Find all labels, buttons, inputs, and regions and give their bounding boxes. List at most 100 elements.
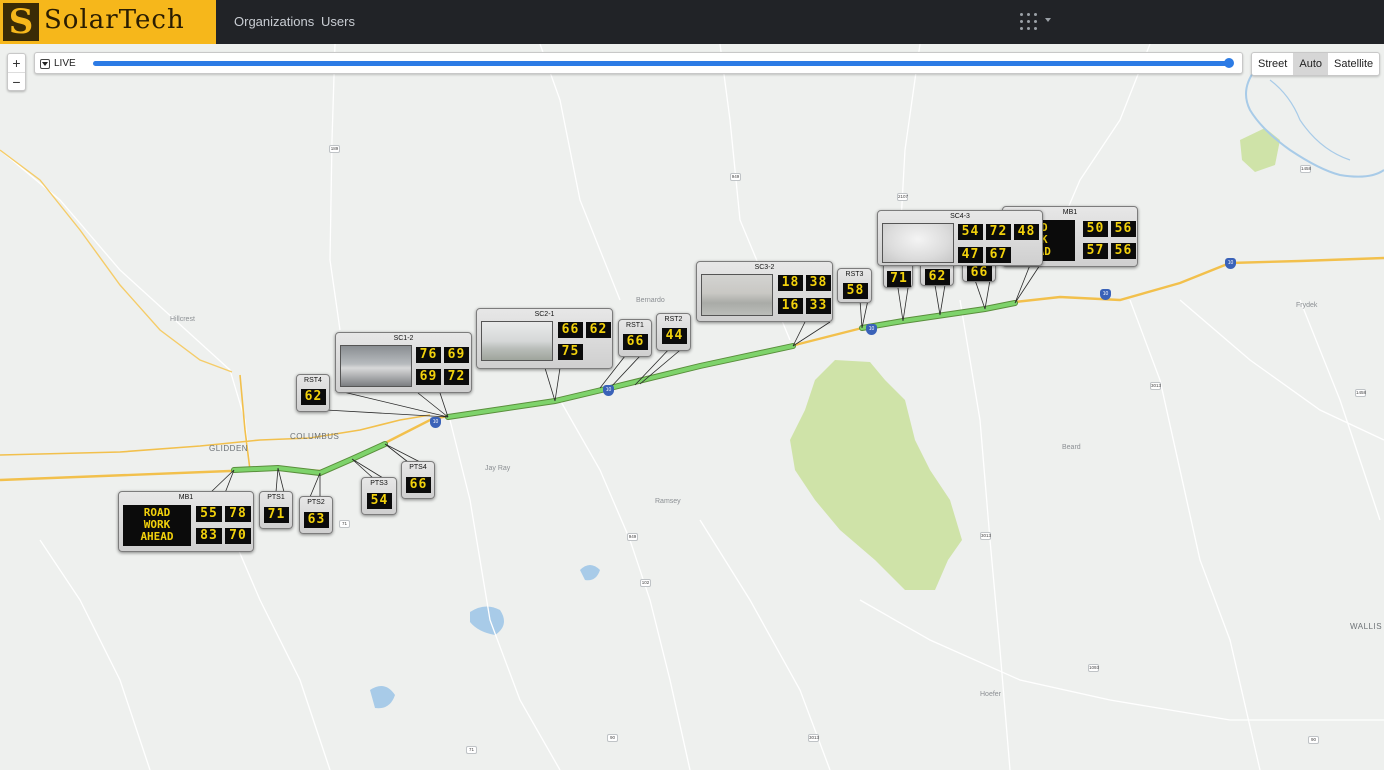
speed-readout: 72 [444, 369, 469, 385]
speed-readout: 48 [1014, 224, 1039, 240]
solartech-logo[interactable]: S SolarTech [0, 0, 216, 44]
speed-readout: 71 [264, 507, 289, 523]
device-callout-pts2[interactable]: PTS2 63 [299, 496, 333, 534]
speed-readout: 57 [1083, 243, 1108, 259]
speed-readout: 50 [1083, 221, 1108, 237]
speed-readout: 83 [196, 528, 222, 544]
speed-readout: 54 [958, 224, 983, 240]
device-callout-sc2-1[interactable]: SC2-1 66 62 75 [476, 308, 613, 369]
route-shield: 71 [466, 746, 477, 754]
route-shield: 3013 [808, 734, 820, 742]
speed-readout: 55 [196, 506, 222, 522]
live-toggle[interactable]: LIVE [40, 57, 76, 70]
place-label: Bernardo [636, 297, 665, 304]
device-name: SC2-1 [534, 311, 555, 318]
device-callout-pts4[interactable]: PTS4 66 [401, 461, 435, 499]
speed-readout: 62 [925, 269, 950, 285]
time-slider-thumb[interactable] [1224, 58, 1234, 68]
speed-readout: 38 [806, 275, 831, 291]
route-shield: 3013 [1150, 382, 1162, 390]
speed-readout: 76 [416, 347, 441, 363]
device-name: MB1 [178, 494, 194, 501]
device-callout-rst2[interactable]: RST2 44 [656, 313, 691, 351]
route-shield: 71 [339, 520, 350, 528]
interstate-shield: 10 [866, 324, 877, 335]
device-callout-pts3[interactable]: PTS3 54 [361, 477, 397, 515]
speed-readout: 72 [986, 224, 1011, 240]
speed-readout: 54 [367, 493, 392, 509]
zoom-control: + − [7, 53, 26, 91]
speed-readout: 71 [887, 271, 911, 287]
interstate-shield: 10 [1225, 258, 1236, 269]
device-name: PTS1 [267, 494, 285, 501]
speed-readout: 56 [1111, 243, 1136, 259]
map-canvas[interactable]: GLIDDEN COLUMBUS Hillcrest Jay Ray Ramse… [0, 44, 1384, 770]
place-label: Frydek [1296, 302, 1318, 309]
device-callout-sc4-3[interactable]: SC4-3 54 72 48 47 67 [877, 210, 1043, 266]
speed-readout: 56 [1111, 221, 1136, 237]
speed-readout: 66 [967, 265, 992, 281]
logo-s-icon: S [3, 3, 39, 41]
device-name: PTS4 [409, 464, 427, 471]
camera-thumbnail[interactable] [701, 274, 773, 316]
place-label: WALLIS [1350, 622, 1383, 631]
device-callout-rst4[interactable]: RST4 62 [296, 374, 330, 412]
route-shield: 3013 [980, 532, 992, 540]
dropdown-checkbox-icon [40, 58, 50, 69]
speed-readout: 16 [778, 298, 803, 314]
route-shield: 90 [1308, 736, 1319, 744]
device-name: PTS3 [370, 480, 388, 487]
speed-readout: 62 [586, 322, 611, 338]
layer-street-button[interactable]: Street [1252, 53, 1293, 75]
device-name: SC3-2 [754, 264, 775, 271]
apps-grid-icon[interactable] [1020, 13, 1054, 31]
device-callout-pts1[interactable]: PTS1 71 [259, 491, 293, 529]
speed-readout: 66 [623, 334, 648, 350]
town-label: GLIDDEN [209, 444, 249, 453]
device-name: RST4 [304, 377, 322, 384]
speed-readout: 58 [843, 283, 868, 299]
route-shield: 1093 [1088, 664, 1100, 672]
route-shield: 949 [730, 173, 741, 181]
speed-readout: 63 [304, 512, 329, 528]
device-callout-rst3[interactable]: RST3 58 [837, 268, 872, 303]
speed-readout: 69 [444, 347, 469, 363]
speed-readout: 78 [225, 506, 251, 522]
nav-users-link[interactable]: Users [321, 14, 355, 29]
speed-readout: 67 [986, 247, 1011, 263]
route-shield: 102 [640, 579, 651, 587]
speed-readout: 69 [416, 369, 441, 385]
zoom-in-button[interactable]: + [8, 54, 25, 72]
speed-readout: 66 [558, 322, 583, 338]
device-callout-sc3-2[interactable]: SC3-2 18 38 16 33 [696, 261, 833, 322]
map-base [0, 44, 1384, 770]
route-shield: 2107 [897, 193, 909, 201]
speed-readout: 75 [558, 344, 583, 360]
device-name: SC4-3 [950, 213, 970, 220]
top-navbar: S SolarTech Organizations Users [0, 0, 1384, 44]
zoom-out-button[interactable]: − [8, 72, 25, 90]
place-label: Hillcrest [170, 316, 195, 323]
caret-down-icon [1045, 18, 1051, 22]
device-name: RST3 [845, 271, 864, 278]
camera-thumbnail[interactable] [882, 223, 954, 263]
layer-auto-button[interactable]: Auto [1293, 53, 1328, 75]
camera-thumbnail[interactable] [340, 345, 412, 387]
camera-thumbnail[interactable] [481, 321, 553, 361]
nav-organizations-link[interactable]: Organizations [234, 14, 314, 29]
device-callout-mb1[interactable]: MB1 ROAD WORK AHEAD 55 78 83 70 [118, 491, 254, 552]
layer-satellite-button[interactable]: Satellite [1328, 53, 1379, 75]
time-slider-track[interactable] [93, 61, 1230, 66]
place-label: Hoefer [980, 691, 1002, 698]
interstate-shield: 10 [603, 385, 614, 396]
device-callout-sc1-2[interactable]: SC1-2 76 69 69 72 [335, 332, 472, 393]
device-name: SC1-2 [393, 335, 414, 342]
speed-readout: 47 [958, 247, 983, 263]
device-callout-rst1[interactable]: RST1 66 [618, 319, 652, 357]
route-shield: 1458 [1300, 165, 1312, 173]
interstate-shield: 10 [430, 417, 441, 428]
logo-wordmark: SolarTech [44, 5, 185, 35]
interstate-shield: 10 [1100, 289, 1111, 300]
speed-readout: 44 [662, 328, 687, 344]
live-label: LIVE [54, 58, 76, 69]
